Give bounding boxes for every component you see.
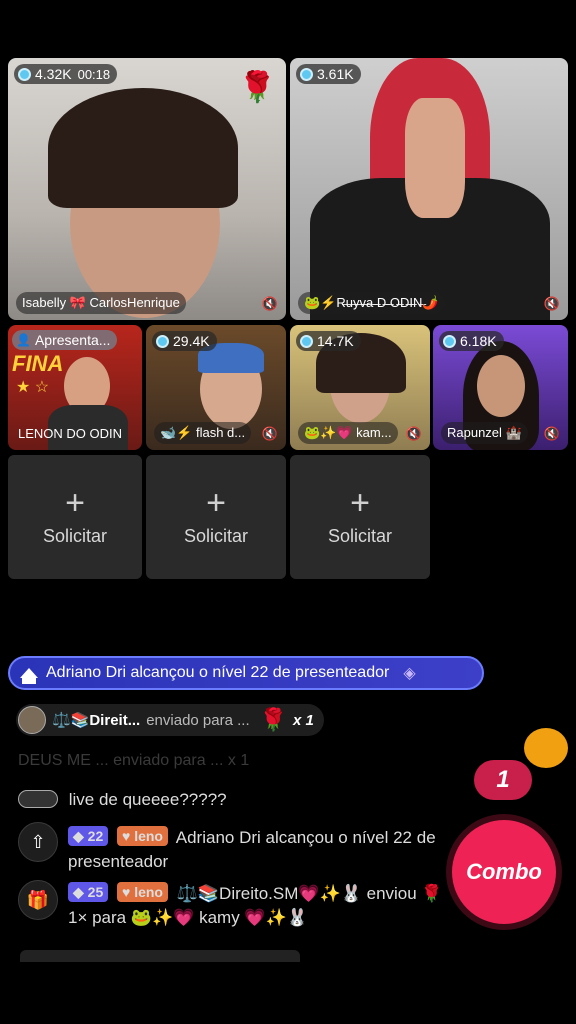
avatar bbox=[18, 706, 46, 734]
level-up-icon: ⇧ bbox=[18, 822, 58, 862]
live-icon bbox=[443, 334, 456, 348]
combo-counter: 1 bbox=[474, 760, 532, 800]
guest-tile-2[interactable]: 3.61K 🐸⚡R̶u̶y̶v̶a̶ ̶D̶ ̶O̶D̶I̶N̶🌶️ 🔇 bbox=[290, 58, 568, 320]
combo-button[interactable]: Combo bbox=[452, 820, 556, 924]
gift-notification: ⚖️📚Direit... enviado para ... 🌹 x 1 bbox=[16, 704, 324, 736]
rose-icon: 🌹 bbox=[238, 71, 276, 104]
guest-tile-1[interactable]: 4.32K 00:18 🌹 Isabelly 🎀 CarlosHenrique … bbox=[8, 58, 286, 320]
host-tile[interactable]: FINA ★ ☆ 👤 Apresenta... LENON DO ODIN bbox=[8, 325, 142, 450]
fan-badge: ♥ leno bbox=[116, 882, 168, 902]
viewer-count: 14.7K bbox=[317, 333, 354, 349]
live-icon bbox=[300, 334, 313, 348]
gift-sender: ⚖️📚Direit... bbox=[52, 712, 141, 729]
viewer-count-pill: 4.32K 00:18 bbox=[14, 64, 118, 84]
diamond-icon: ◈ bbox=[403, 665, 416, 682]
live-timer: 00:18 bbox=[77, 66, 111, 82]
viewer-count-pill: 6.18K bbox=[439, 331, 504, 351]
mic-muted-icon: 🔇 bbox=[261, 296, 278, 311]
final-logo: FINA bbox=[12, 351, 64, 376]
rose-icon: 🌹 bbox=[259, 707, 288, 732]
mic-muted-icon: 🔇 bbox=[261, 426, 278, 441]
plus-icon: + bbox=[65, 483, 85, 522]
viewer-count-pill: 3.61K bbox=[296, 64, 361, 84]
live-icon bbox=[156, 334, 169, 348]
viewer-count: 6.18K bbox=[460, 333, 497, 349]
comment-input-bar[interactable] bbox=[20, 950, 300, 962]
level-badge: ◆ 25 bbox=[68, 882, 109, 902]
viewer-count: 4.32K bbox=[35, 66, 72, 82]
mic-muted-icon: 🔇 bbox=[405, 426, 422, 441]
live-icon bbox=[18, 67, 31, 81]
heart-icon: ♥ bbox=[121, 884, 131, 900]
heart-icon: ♥ bbox=[121, 828, 131, 844]
guest-tile-3[interactable]: 29.4K 🐋⚡ flash d... 🔇 bbox=[146, 325, 286, 450]
guest-tile-4[interactable]: 14.7K 🐸✨💗 kam... 🔇 bbox=[290, 325, 430, 450]
star-icon: ★ ☆ bbox=[16, 379, 50, 396]
level-up-banner: Adriano Dri alcançou o nível 22 de prese… bbox=[8, 656, 484, 690]
request-slot-2[interactable]: + Solicitar bbox=[146, 455, 286, 579]
guest-name: Isabelly 🎀 CarlosHenrique bbox=[16, 292, 186, 314]
guest-name: 🐸✨💗 kam... bbox=[298, 422, 398, 444]
request-slot-3[interactable]: + Solicitar bbox=[290, 455, 430, 579]
diamond-icon: ◆ bbox=[73, 828, 84, 844]
mic-muted-icon: 🔇 bbox=[543, 296, 560, 311]
gift-icon: 🎁 bbox=[18, 880, 58, 920]
viewer-count-pill: 14.7K bbox=[296, 331, 361, 351]
viewer-count: 3.61K bbox=[317, 66, 354, 82]
faded-gift-line: DEUS ME ... enviado para ... x 1 bbox=[18, 752, 250, 769]
diamond-icon: ◆ bbox=[73, 884, 84, 900]
plus-icon: + bbox=[350, 483, 370, 522]
guest-name: 🐸⚡R̶u̶y̶v̶a̶ ̶D̶ ̶O̶D̶I̶N̶🌶️ bbox=[298, 292, 445, 314]
avatar bbox=[18, 790, 58, 808]
guest-name: Rapunzel 🏰 bbox=[441, 422, 528, 444]
viewer-count: 29.4K bbox=[173, 333, 210, 349]
gift-side-icon bbox=[524, 728, 568, 768]
fan-badge: ♥ leno bbox=[116, 826, 168, 846]
host-name: LENON DO ODIN bbox=[18, 425, 123, 441]
live-icon bbox=[300, 67, 313, 81]
person-icon: 👤 bbox=[16, 333, 31, 347]
arrow-up-icon bbox=[20, 668, 38, 678]
request-slot-1[interactable]: + Solicitar bbox=[8, 455, 142, 579]
chat-message: live de queeee????? bbox=[18, 790, 227, 810]
mic-muted-icon: 🔇 bbox=[543, 426, 560, 441]
viewer-count-pill: 29.4K bbox=[152, 331, 217, 351]
chat-message: ◆ 22 ♥ leno Adriano Dri alcançou o nível… bbox=[68, 826, 448, 874]
banner-text: Adriano Dri alcançou o nível 22 de prese… bbox=[46, 664, 390, 681]
gift-sent-text: enviado para ... bbox=[146, 711, 250, 729]
presenter-badge: 👤 Apresenta... bbox=[12, 330, 118, 350]
level-badge: ◆ 22 bbox=[68, 826, 109, 846]
gift-count: x 1 bbox=[293, 711, 314, 729]
chat-message: ◆ 25 ♥ leno ⚖️📚Direito.SM💗✨🐰 enviou 🌹 1×… bbox=[68, 882, 448, 930]
plus-icon: + bbox=[206, 483, 226, 522]
guest-tile-5[interactable]: 6.18K Rapunzel 🏰 🔇 bbox=[433, 325, 568, 450]
guest-name: 🐋⚡ flash d... bbox=[154, 422, 252, 444]
